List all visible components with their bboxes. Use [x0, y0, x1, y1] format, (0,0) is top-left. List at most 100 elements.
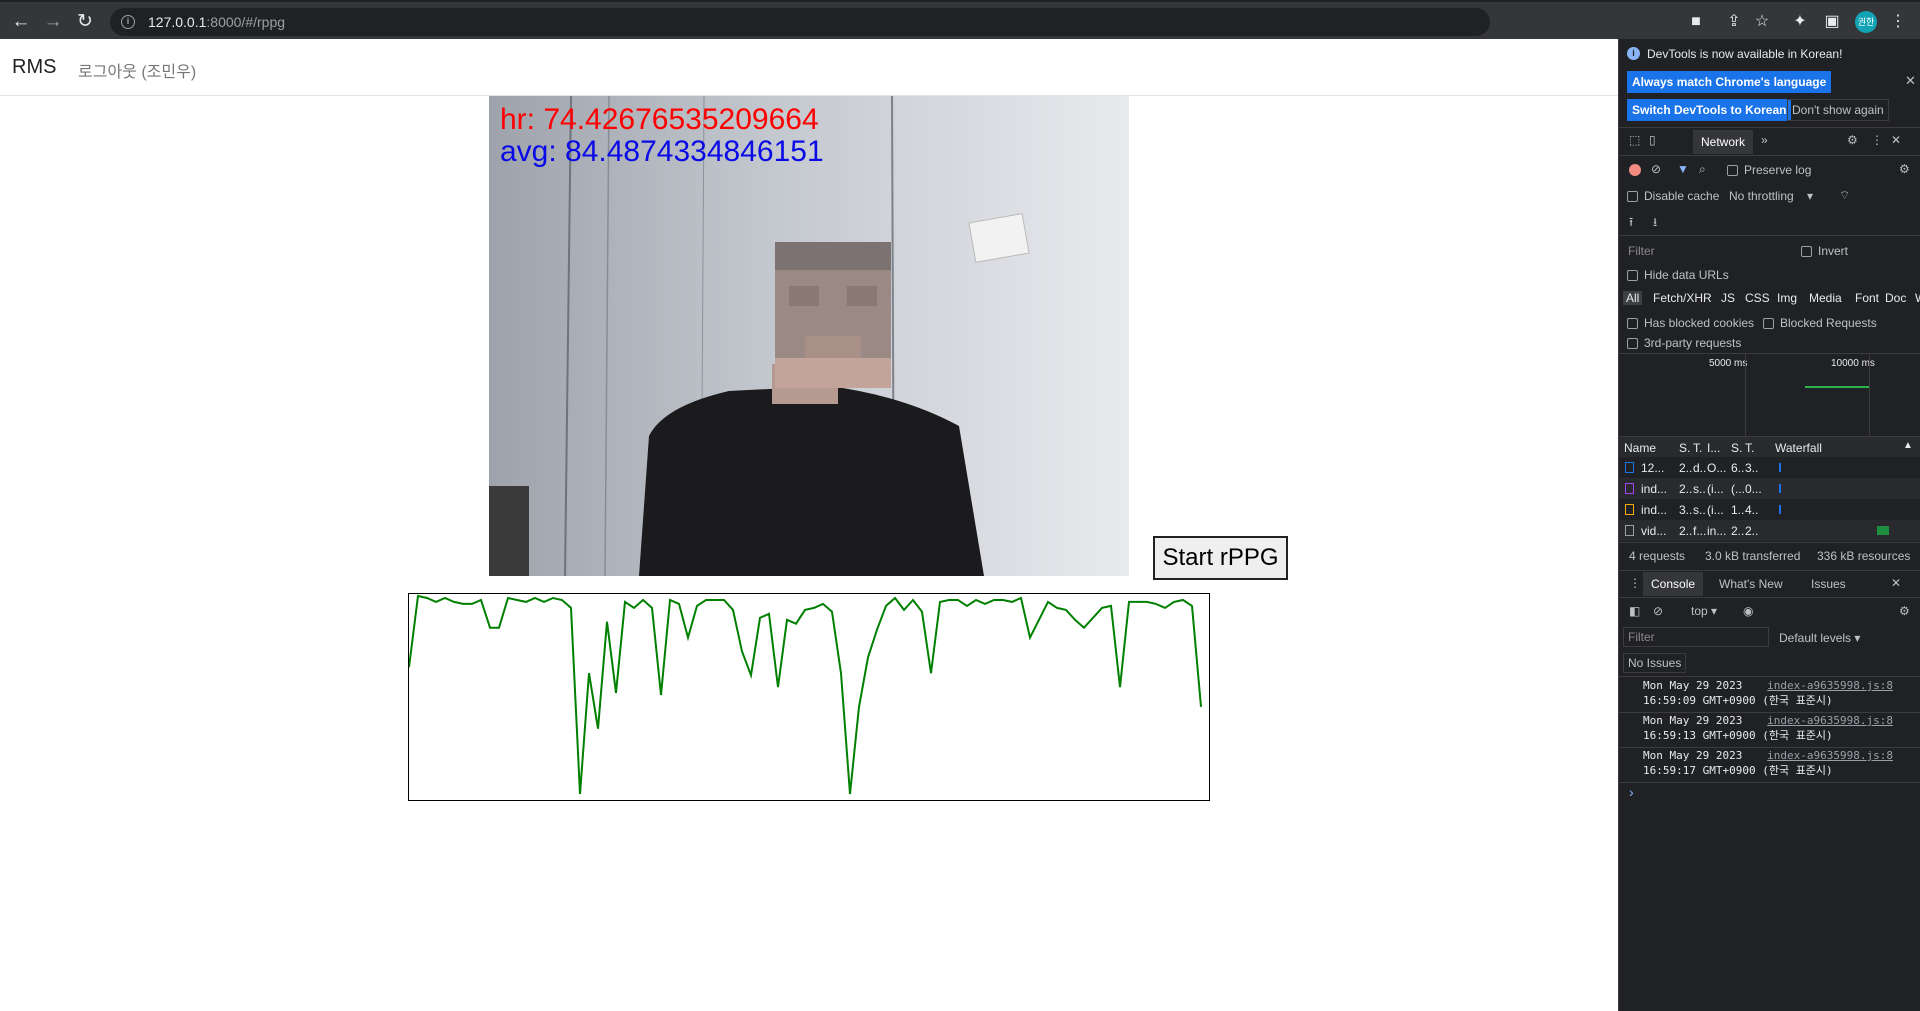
context-select[interactable]: top ▾ [1691, 604, 1717, 618]
start-rppg-button[interactable]: Start rPPG [1153, 536, 1288, 580]
close-devtools-icon[interactable]: ✕ [1891, 133, 1901, 147]
type-font[interactable]: Font [1855, 291, 1879, 305]
request-row[interactable]: ind... 3.. s.. (i... 1.. 4.. [1619, 499, 1920, 520]
more-tabs-icon[interactable]: » [1761, 133, 1768, 147]
import-har-icon[interactable]: ⭱ [1629, 213, 1633, 234]
request-file-icon [1625, 504, 1634, 515]
address-bar[interactable]: i 127.0.0.1:8000/#/rppg [110, 8, 1490, 36]
devtools-menu-icon[interactable]: ⋮ [1871, 133, 1883, 147]
close-notice-icon[interactable]: ✕ [1905, 73, 1916, 89]
type-doc[interactable]: Doc [1885, 291, 1906, 305]
console-prompt[interactable]: › [1629, 784, 1634, 800]
forward-icon[interactable]: → [42, 11, 64, 33]
col-time[interactable]: T. [1745, 441, 1754, 455]
clear-icon[interactable]: ⊘ [1651, 162, 1661, 176]
issues-row: No Issues [1619, 651, 1920, 675]
col-size[interactable]: S. [1731, 441, 1742, 455]
col-status[interactable]: S. [1679, 441, 1690, 455]
extensions-icon[interactable]: ✦ [1790, 12, 1810, 32]
log-line-2: 16:59:13 GMT+0900 (한국 표준시) [1643, 729, 1833, 742]
default-levels-select[interactable]: Default levels ▾ [1779, 631, 1860, 645]
log-source-link[interactable]: index-a9635998.js:8 [1767, 749, 1893, 762]
side-panel-icon[interactable]: ▣ [1822, 12, 1842, 32]
sort-up-icon[interactable]: ▲ [1903, 440, 1913, 451]
filter-icon[interactable]: ▼ [1677, 162, 1689, 176]
request-row[interactable]: ind... 2.. s.. (i... (... 0... [1619, 478, 1920, 499]
log-source-link[interactable]: index-a9635998.js:8 [1767, 714, 1893, 727]
disable-cache-checkbox[interactable]: Disable cache [1627, 189, 1719, 203]
export-har-icon[interactable]: ⭳ [1653, 213, 1657, 234]
no-issues-badge[interactable]: No Issues [1623, 653, 1687, 673]
brand-link[interactable]: RMS [12, 56, 56, 79]
live-expression-eye-icon[interactable]: ◉ [1743, 604, 1753, 618]
hide-data-urls-checkbox[interactable]: Hide data URLs [1627, 268, 1729, 282]
col-name[interactable]: Name [1624, 441, 1656, 455]
has-blocked-cookies-checkbox[interactable]: Has blocked cookies [1627, 316, 1754, 330]
type-all[interactable]: All [1623, 291, 1643, 305]
log-source-link[interactable]: index-a9635998.js:8 [1767, 679, 1893, 692]
network-overview-timeline: 5000 ms 10000 ms [1619, 354, 1920, 436]
console-settings-icon[interactable]: ⚙ [1899, 604, 1910, 618]
preserve-log-checkbox[interactable]: Preserve log [1727, 163, 1811, 177]
request-row[interactable]: vid... 2.. f... in... 2.. 2.. [1619, 520, 1920, 541]
type-img[interactable]: Img [1777, 291, 1797, 305]
request-cell: s.. [1693, 503, 1706, 517]
camera-icon[interactable]: ■ [1686, 12, 1706, 32]
bookmark-star-icon[interactable]: ☆ [1752, 12, 1772, 32]
request-row[interactable]: 12... 2.. d.. O... 6.. 3.. [1619, 457, 1920, 478]
share-icon[interactable]: ⇪ [1724, 12, 1744, 32]
request-cell: O... [1707, 461, 1727, 475]
back-icon[interactable]: ← [10, 11, 32, 33]
type-fetch-xhr[interactable]: Fetch/XHR [1653, 291, 1712, 305]
network-conditions-icon[interactable]: ⌔ [1839, 188, 1850, 203]
menu-kebab-icon[interactable]: ⋮ [1888, 12, 1908, 32]
type-media[interactable]: Media [1809, 291, 1842, 305]
switch-devtools-korean-button[interactable]: Switch DevTools to Korean [1627, 99, 1792, 121]
tab-console[interactable]: Console [1643, 572, 1704, 596]
notice-text: DevTools is now available in Korean! [1647, 47, 1843, 61]
show-sidebar-icon[interactable]: ◧ [1629, 604, 1640, 618]
inspect-icon[interactable]: ⬚ [1629, 133, 1640, 147]
close-drawer-icon[interactable]: ✕ [1891, 576, 1901, 590]
settings-gear-icon[interactable]: ⚙ [1847, 133, 1858, 147]
always-match-language-button[interactable]: Always match Chrome's language [1627, 71, 1832, 93]
summary-requests: 4 requests [1629, 549, 1686, 563]
reload-icon[interactable]: ↻ [74, 11, 96, 33]
console-filter-input[interactable]: Filter [1623, 627, 1769, 647]
blocked-requests-checkbox[interactable]: Blocked Requests [1763, 316, 1877, 330]
logout-link[interactable]: 로그아웃 (조민우) [78, 58, 196, 82]
console-log-entry: Mon May 29 2023 16:59:17 GMT+0900 (한국 표준시… [1619, 747, 1920, 783]
col-initiator[interactable]: I... [1707, 441, 1720, 455]
tab-network[interactable]: Network [1693, 130, 1754, 154]
dont-show-again-button[interactable]: Don't show again [1787, 99, 1889, 121]
request-cell: 2.. [1731, 524, 1745, 538]
site-info-icon[interactable]: i [121, 15, 135, 29]
type-js[interactable]: JS [1721, 291, 1735, 305]
console-clear-icon[interactable]: ⊘ [1653, 604, 1663, 618]
network-settings-icon[interactable]: ⚙ [1899, 162, 1910, 176]
record-icon[interactable] [1629, 164, 1641, 176]
type-ws[interactable]: W [1915, 291, 1920, 305]
request-cell: d.. [1693, 461, 1707, 475]
request-cell: 1.. [1731, 503, 1745, 517]
third-party-row: 3rd-party requests [1619, 333, 1920, 353]
network-filter-input[interactable]: Filter [1623, 241, 1785, 261]
type-css[interactable]: CSS [1745, 291, 1770, 305]
search-icon[interactable]: ⌕ [1699, 162, 1706, 177]
request-cell: 12... [1641, 461, 1665, 475]
col-waterfall[interactable]: Waterfall [1775, 441, 1822, 455]
tab-whats-new[interactable]: What's New [1719, 577, 1783, 591]
network-summary: 4 requests 3.0 kB transferred 336 kB res… [1619, 543, 1920, 569]
drawer-menu-icon[interactable]: ⋮ [1629, 576, 1641, 590]
invert-checkbox[interactable]: Invert [1801, 244, 1848, 258]
device-toolbar-icon[interactable]: ▯ [1649, 133, 1656, 147]
request-cell: 3.. [1745, 461, 1759, 475]
avatar[interactable]: 권한 [1855, 11, 1877, 33]
navbar: RMS 로그아웃 (조민우) [0, 39, 1618, 96]
col-type[interactable]: T. [1693, 441, 1702, 455]
tab-issues[interactable]: Issues [1811, 577, 1846, 591]
filter-bar: Filter Invert Hide data URLs All Fetch/X… [1619, 237, 1920, 333]
request-cell: 3.. [1679, 503, 1693, 517]
third-party-checkbox[interactable]: 3rd-party requests [1627, 336, 1741, 350]
throttling-select[interactable]: No throttling ▾ [1729, 189, 1813, 203]
